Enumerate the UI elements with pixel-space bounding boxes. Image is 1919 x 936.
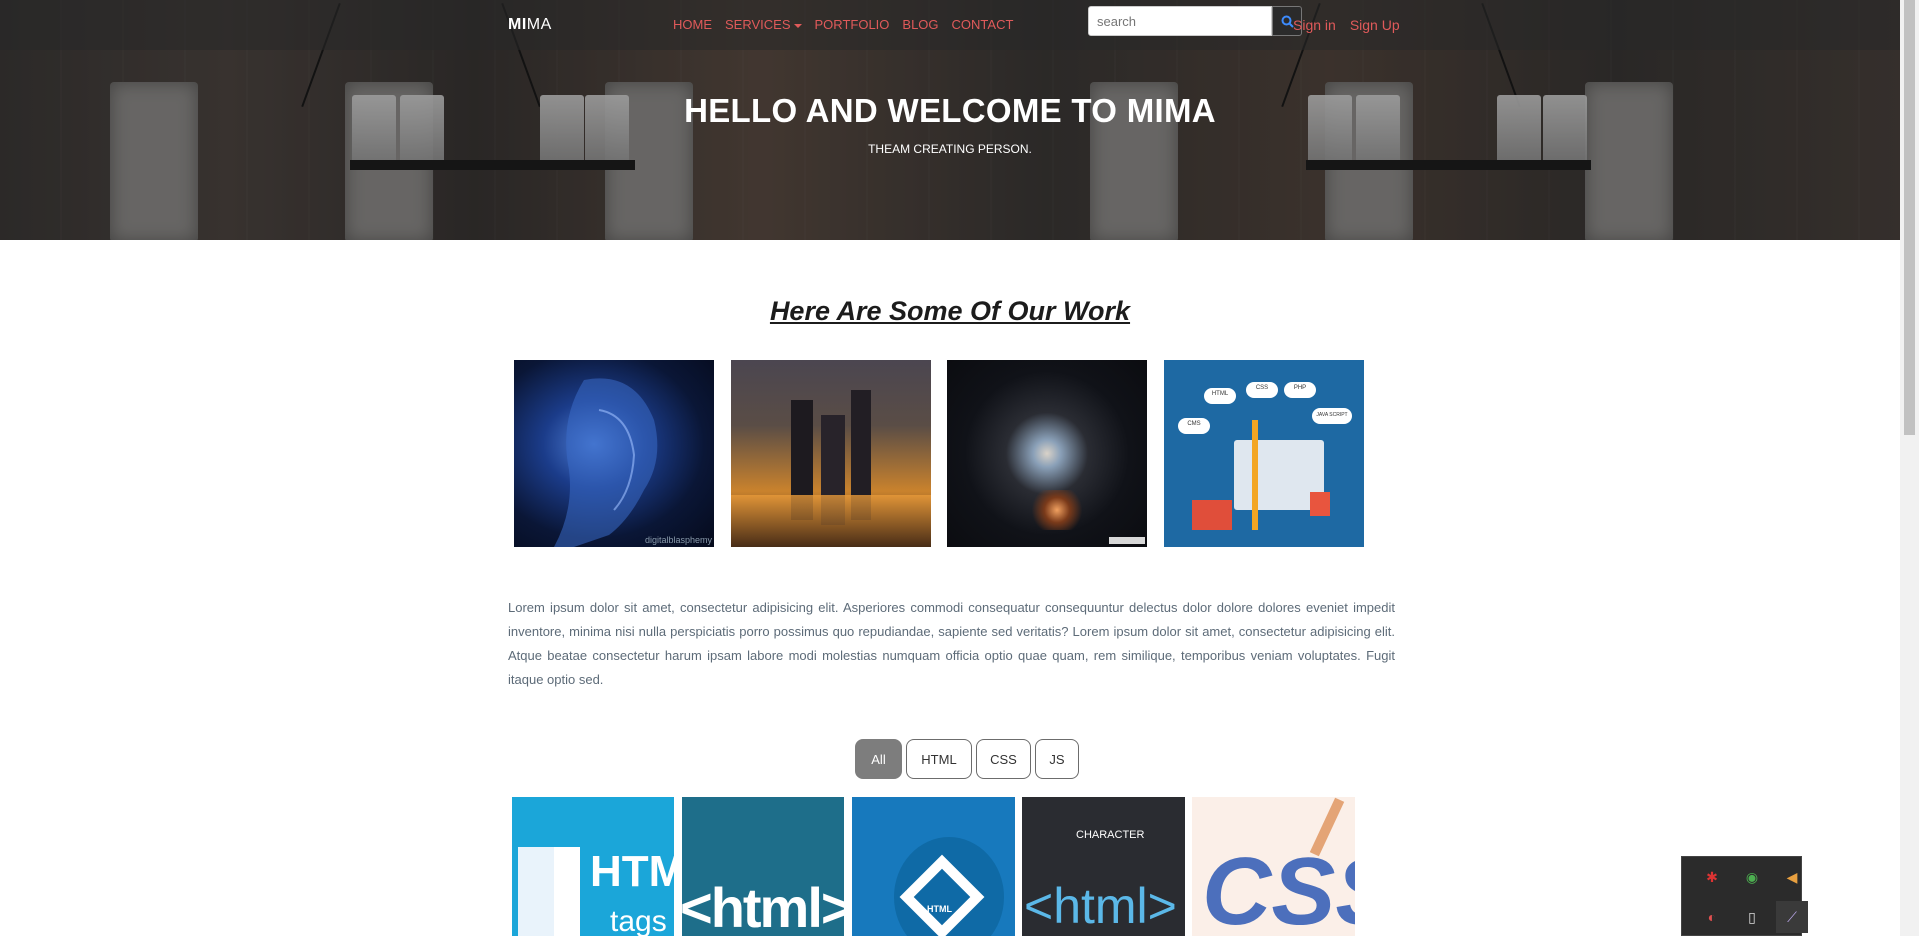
- work-section-title: Here Are Some Of Our Work: [769, 296, 1131, 326]
- portfolio-thumb-html-badge[interactable]: HTML: [852, 797, 1015, 936]
- nav-links: HOME SERVICES PORTFOLIO BLOG CONTACT: [673, 17, 1013, 32]
- cloud-css: CSS: [1246, 382, 1278, 398]
- cloud-html: HTML: [1204, 388, 1236, 404]
- cloud-css-label: CSS: [1255, 385, 1269, 391]
- search-icon: [1281, 15, 1294, 28]
- sign-in-link[interactable]: Sign in: [1293, 17, 1336, 33]
- thumb-html-blue-text: <html>: [1024, 878, 1177, 934]
- hero-title: HELLO AND WELCOME TO MIMA: [684, 92, 1216, 129]
- sign-up-link[interactable]: Sign Up: [1350, 17, 1400, 33]
- thumb-character-label: CHARACTER: [1076, 829, 1145, 841]
- work-image-space[interactable]: [947, 360, 1147, 547]
- work-image-web-infographic[interactable]: HTML CSS PHP JAVA SCRIPT CMS: [1164, 360, 1364, 547]
- cloud-cms: CMS: [1178, 418, 1210, 434]
- antivirus-icon[interactable]: ✱: [1700, 865, 1724, 889]
- thumb-css-text: CSS: [1202, 838, 1355, 936]
- system-tray-popup: ✱ ◉ ◀ ◐ ▯ ⟋: [1681, 856, 1808, 936]
- document-side: [518, 847, 554, 936]
- search-form: [1088, 6, 1302, 36]
- auth-links: Sign in Sign Up: [1293, 17, 1400, 33]
- navbar: MIMA HOME SERVICES PORTFOLIO BLOG CONTAC…: [0, 0, 1900, 50]
- nav-home[interactable]: HOME: [673, 17, 712, 32]
- caret-down-icon: [793, 23, 802, 28]
- network-globe-icon[interactable]: ◉: [1740, 865, 1764, 889]
- thumb-html-tag-text: <html>: [682, 876, 844, 936]
- about-paragraph: Lorem ipsum dolor sit amet, consectetur …: [508, 600, 1395, 687]
- page-scrollbar[interactable]: [1900, 0, 1919, 936]
- phone-icon[interactable]: ▯: [1740, 905, 1764, 929]
- scrollbar-thumb[interactable]: [1904, 0, 1915, 435]
- nav-blog[interactable]: BLOG: [902, 17, 938, 32]
- search-input[interactable]: [1088, 6, 1272, 36]
- brand-bold: MI: [508, 16, 527, 33]
- thumb-tags-text: tags: [610, 905, 667, 936]
- logo-watermark: [1109, 537, 1145, 544]
- work-image-digital-face[interactable]: digitalblasphemy: [514, 360, 714, 547]
- portfolio-thumb-html-code[interactable]: <html>: [682, 797, 844, 936]
- portfolio-thumb-html-tags[interactable]: HTML tags: [512, 797, 674, 936]
- crane: [1252, 420, 1258, 530]
- hero-subtitle: THEAM CREATING PERSON.: [868, 142, 1032, 156]
- speaker-icon[interactable]: ◀: [1780, 865, 1804, 889]
- usb-icon[interactable]: ◐: [1700, 905, 1724, 929]
- work-image-city-night[interactable]: [731, 360, 931, 547]
- face-graphic: [554, 378, 658, 547]
- brand-logo[interactable]: MIMA: [508, 16, 552, 34]
- nav-contact[interactable]: CONTACT: [952, 17, 1014, 32]
- nav-services-label: SERVICES: [725, 17, 791, 32]
- watermark-text: digitalblasphemy: [644, 535, 712, 545]
- filter-all[interactable]: All: [855, 739, 902, 779]
- badge-text: HTML: [927, 904, 952, 914]
- cloud-php: PHP: [1284, 382, 1316, 398]
- cloud-html-label: HTML: [1211, 391, 1229, 397]
- cloud-javascript: JAVA SCRIPT: [1312, 408, 1352, 424]
- cloud-php-label: PHP: [1293, 385, 1307, 391]
- fire-glow: [1027, 490, 1087, 530]
- pen-icon[interactable]: ⟋: [1776, 901, 1808, 933]
- cloud-javascript-label: JAVA SCRIPT: [1316, 412, 1348, 418]
- portfolio-thumb-html-character[interactable]: CHARACTER <html>: [1022, 797, 1185, 936]
- filter-css[interactable]: CSS: [976, 739, 1031, 779]
- nav-portfolio[interactable]: PORTFOLIO: [815, 17, 890, 32]
- portfolio-thumb-css-brush[interactable]: CSS: [1192, 797, 1355, 936]
- nav-services[interactable]: SERVICES: [725, 17, 802, 32]
- cloud-cms-label: CMS: [1187, 421, 1201, 427]
- filter-html[interactable]: HTML: [906, 739, 972, 779]
- filter-buttons: All HTML CSS JS: [855, 739, 1079, 779]
- thumb-html-text: HTML: [590, 847, 674, 896]
- truck: [1192, 500, 1232, 530]
- box: [1310, 492, 1330, 516]
- brand-rest: MA: [526, 16, 552, 33]
- filter-js[interactable]: JS: [1035, 739, 1079, 779]
- city-lights: [731, 495, 931, 547]
